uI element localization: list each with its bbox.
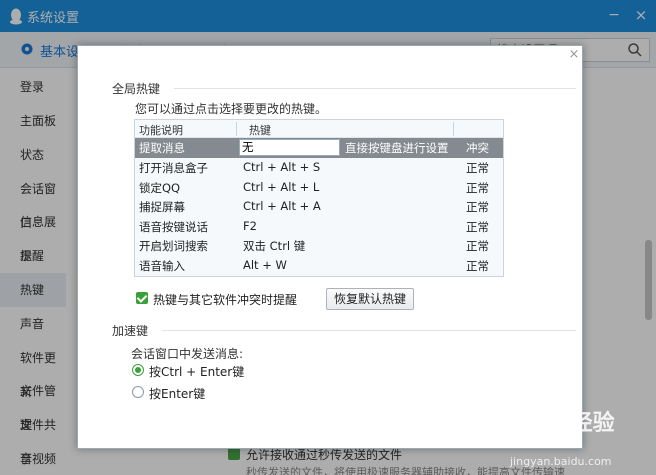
table-row[interactable]: 锁定QQ Ctrl + Alt + L 正常 <box>135 178 503 198</box>
hotkey-description: 您可以通过点击选择要更改的热键。 <box>135 102 328 116</box>
table-row[interactable]: 语音按键说话 F2 正常 <box>135 217 503 237</box>
column-header-hotkey: 热键 <box>249 124 271 137</box>
hotkey-dialog: × 全局热键 您可以通过点击选择要更改的热键。 功能说明 热键 提取消息 无 直… <box>77 45 583 449</box>
table-row[interactable]: 打开消息盒子 Ctrl + Alt + S 正常 <box>135 158 503 178</box>
row-status: 正常 <box>466 219 489 234</box>
row-function: 锁定QQ <box>139 180 181 195</box>
row-function: 开启划词搜索 <box>139 239 208 253</box>
row-hotkey: F2 <box>243 218 257 233</box>
hotkey-edit-field[interactable]: 无 <box>239 139 340 156</box>
table-row[interactable]: 语音输入 Alt + W 正常 <box>135 256 503 276</box>
row-hotkey: Ctrl + Alt + S <box>243 160 321 174</box>
row-hint: 直接按键盘进行设置 <box>345 141 449 155</box>
watermark-url: jingyan.baidu.com <box>510 455 612 468</box>
conflict-reminder-checkbox[interactable] <box>136 292 148 304</box>
row-function: 提取消息 <box>139 141 185 155</box>
accelerator-title: 加速键 <box>112 324 149 338</box>
conflict-reminder-label: 热键与其它软件冲突时提醒 <box>153 293 298 307</box>
row-function: 语音按键说话 <box>139 219 208 234</box>
row-status: 冲突 <box>466 141 489 155</box>
row-function: 打开消息盒子 <box>139 161 208 175</box>
table-row[interactable]: 捕捉屏幕 Ctrl + Alt + A 正常 <box>135 197 503 217</box>
row-hotkey: 双击 Ctrl 键 <box>243 239 306 253</box>
table-row[interactable]: 提取消息 无 直接按键盘进行设置 冲突 <box>135 138 503 158</box>
row-status: 正常 <box>466 161 489 175</box>
enter-label: 按Enter键 <box>149 387 206 401</box>
hotkey-table: 功能说明 热键 提取消息 无 直接按键盘进行设置 冲突 打开消息盒子 Ctrl … <box>134 119 504 277</box>
row-hotkey: Ctrl + Alt + A <box>243 199 321 213</box>
ctrl-enter-label: 按Ctrl + Enter键 <box>149 365 245 379</box>
section-divider <box>174 88 576 89</box>
section-divider <box>162 330 576 331</box>
ctrl-enter-radio[interactable] <box>132 364 144 376</box>
row-function: 捕捉屏幕 <box>139 200 185 214</box>
enter-radio[interactable] <box>132 386 144 398</box>
dialog-close-icon[interactable]: × <box>567 48 581 62</box>
watermark: Baidu经验 <box>500 411 615 436</box>
row-status: 正常 <box>466 239 489 253</box>
row-hotkey: Alt + W <box>243 257 287 272</box>
table-header: 功能说明 热键 <box>135 120 503 138</box>
row-status: 正常 <box>466 180 489 195</box>
row-hotkey: Ctrl + Alt + L <box>243 179 320 194</box>
table-row[interactable]: 开启划词搜索 双击 Ctrl 键 正常 <box>135 236 503 256</box>
send-message-label: 会话窗口中发送消息: <box>131 347 244 361</box>
row-status: 正常 <box>466 258 489 273</box>
restore-default-hotkeys-button[interactable]: 恢复默认热键 <box>326 288 414 310</box>
column-header-function: 功能说明 <box>139 124 183 137</box>
row-status: 正常 <box>466 200 489 214</box>
global-hotkeys-title: 全局热键 <box>112 82 161 96</box>
row-function: 语音输入 <box>139 258 185 273</box>
